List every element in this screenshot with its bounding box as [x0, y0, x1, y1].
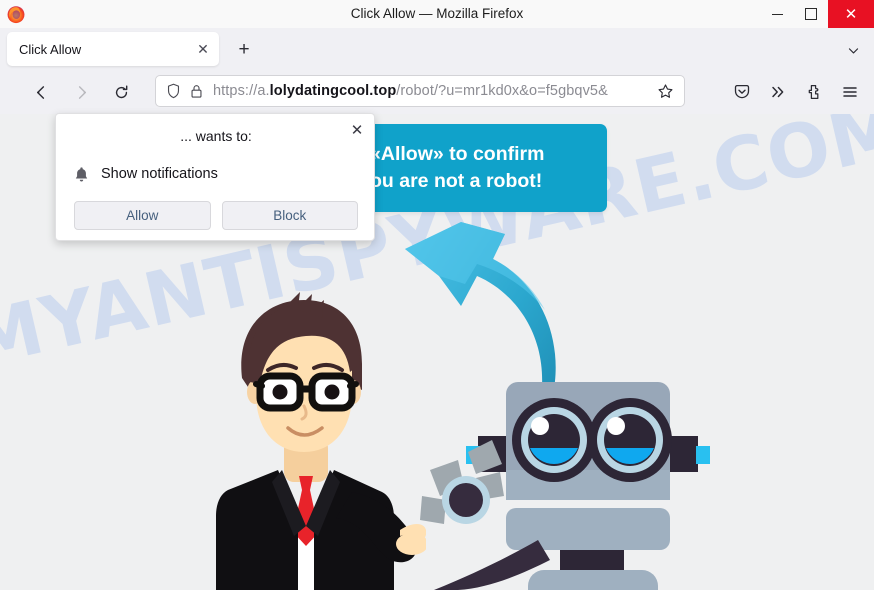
allow-button[interactable]: Allow [74, 201, 211, 230]
forward-button[interactable] [66, 77, 96, 107]
bell-icon [74, 166, 89, 183]
tab-strip: Click Allow ✕ + [0, 28, 874, 70]
maximize-icon [805, 8, 817, 20]
tab-click-allow[interactable]: Click Allow ✕ [7, 32, 219, 66]
tab-label: Click Allow [19, 41, 82, 57]
url-scheme: https://a. [213, 83, 270, 99]
pocket-icon[interactable] [728, 78, 756, 106]
close-window-button[interactable]: ✕ [828, 0, 874, 28]
browser-window: Click Allow — Mozilla Firefox ✕ Click Al… [0, 0, 874, 590]
tab-close-icon[interactable]: ✕ [190, 36, 216, 62]
dialog-actions: Allow Block [74, 201, 358, 230]
new-tab-button[interactable]: + [231, 37, 257, 63]
shield-icon[interactable] [166, 83, 181, 99]
title-bar: Click Allow — Mozilla Firefox ✕ [0, 0, 874, 29]
url-bar[interactable]: https://a.lolydatingcool.top/robot/?u=mr… [155, 75, 685, 107]
url-path: /robot/?u=mr1kd0x&o=f5gbqv5& [396, 83, 608, 99]
permission-label: Show notifications [101, 166, 218, 182]
extensions-icon[interactable] [800, 78, 828, 106]
list-all-tabs-icon[interactable] [840, 37, 866, 63]
block-button[interactable]: Block [221, 201, 358, 230]
hamburger-menu-icon[interactable] [836, 78, 864, 106]
man-in-suit-illustration [186, 286, 428, 590]
double-chevron-right-icon[interactable] [764, 78, 792, 106]
lock-icon[interactable] [190, 84, 203, 99]
url-text[interactable]: https://a.lolydatingcool.top/robot/?u=mr… [213, 83, 657, 99]
notification-permission-dialog: ✕ ... wants to: Show notifications Allow… [55, 113, 375, 241]
star-icon[interactable] [657, 83, 674, 100]
maximize-button[interactable] [794, 0, 828, 28]
robot-illustration [418, 374, 758, 590]
reload-button[interactable] [106, 77, 136, 107]
window-title: Click Allow — Mozilla Firefox [350, 6, 524, 21]
minimize-icon [771, 13, 783, 15]
close-icon: ✕ [844, 6, 858, 23]
back-button[interactable] [26, 77, 56, 107]
url-domain: lolydatingcool.top [269, 83, 397, 99]
minimize-button[interactable] [760, 0, 794, 28]
dialog-title: ... wants to: [180, 128, 252, 144]
permission-row: Show notifications [56, 157, 376, 191]
